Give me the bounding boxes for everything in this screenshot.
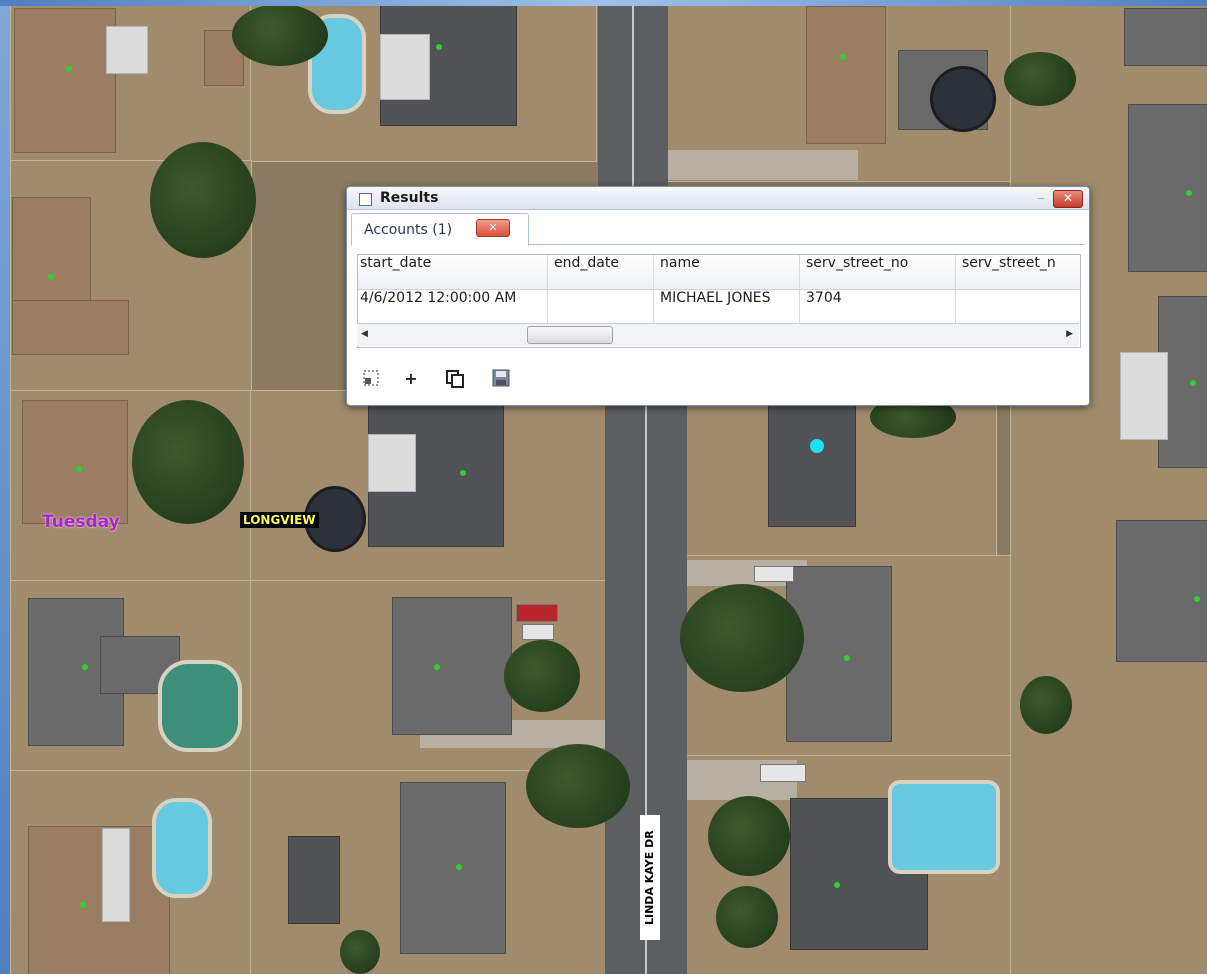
house-roof (106, 26, 148, 74)
scrollbar-thumb[interactable] (527, 326, 613, 344)
house-roof (1128, 104, 1207, 272)
table-header-row: start_date end_date name serv_street_no … (358, 255, 1080, 290)
parcel-marker[interactable] (82, 664, 88, 670)
cell-start-date[interactable]: 4/6/2012 12:00:00 AM (358, 290, 548, 324)
tree (1004, 52, 1076, 106)
tree (680, 584, 804, 692)
tree (526, 744, 630, 828)
tree (232, 4, 328, 66)
parcel-marker[interactable] (66, 66, 72, 72)
tree (150, 142, 256, 258)
results-title: Results (380, 190, 439, 206)
house-roof (768, 405, 856, 527)
house-roof (368, 434, 416, 492)
parcel-marker[interactable] (456, 864, 462, 870)
cell-end-date[interactable] (548, 290, 654, 324)
tab-accounts[interactable]: Accounts (1) ✕ (351, 213, 529, 246)
house-roof (400, 782, 506, 954)
scroll-right-icon[interactable]: ▶ (1066, 329, 1073, 339)
table-row[interactable]: 4/6/2012 12:00:00 AM MICHAEL JONES 3704 (358, 290, 1080, 324)
copy-icon[interactable] (445, 369, 465, 389)
pool (158, 660, 242, 752)
parcel-marker[interactable] (1186, 190, 1192, 196)
scroll-left-icon[interactable]: ◀ (361, 329, 368, 339)
parcel-marker[interactable] (834, 882, 840, 888)
parcel-marker[interactable] (76, 466, 82, 472)
parcel-marker[interactable] (844, 655, 850, 661)
selected-parcel-marker[interactable] (810, 439, 824, 453)
tree (1020, 676, 1072, 734)
house-roof (288, 836, 340, 924)
car (760, 764, 806, 782)
map-label-longview: LONGVIEW (240, 512, 319, 528)
cell-serv-street-no[interactable]: 3704 (800, 290, 956, 324)
map-label-tuesday: Tuesday (42, 512, 120, 532)
tree (132, 400, 244, 524)
minimize-icon[interactable]: ‒ (1033, 190, 1049, 206)
car (754, 566, 794, 582)
house-roof (1120, 352, 1168, 440)
window-frame-top (0, 0, 1207, 6)
driveway (668, 150, 858, 180)
parcel-marker[interactable] (434, 664, 440, 670)
horizontal-scrollbar[interactable]: ◀ ▶ (357, 323, 1079, 346)
house-roof (14, 8, 116, 153)
results-window[interactable]: Results ‒ ✕ Accounts (1) ✕ start_date en… (346, 186, 1090, 406)
house-roof (102, 828, 130, 922)
street-name-label: LINDA KAYE DR (640, 815, 660, 940)
tree (340, 930, 380, 974)
house-roof (1116, 520, 1207, 662)
parcel-marker[interactable] (1194, 596, 1200, 602)
car (516, 604, 558, 622)
tree (504, 640, 580, 712)
house-roof (786, 566, 892, 742)
parcel-marker[interactable] (1190, 380, 1196, 386)
results-titlebar[interactable]: Results ‒ ✕ (347, 187, 1089, 210)
close-window-button[interactable]: ✕ (1053, 190, 1083, 208)
house-roof (1124, 8, 1207, 66)
cell-serv-street-name[interactable] (956, 290, 1080, 324)
close-tab-icon[interactable]: ✕ (476, 219, 510, 237)
trampoline (930, 66, 996, 132)
parcel-marker[interactable] (840, 54, 846, 60)
house-roof (22, 400, 128, 524)
house-roof (28, 826, 170, 974)
tab-accounts-label: Accounts (1) (364, 222, 453, 238)
cell-name[interactable]: MICHAEL JONES (654, 290, 800, 324)
column-header-start-date[interactable]: start_date (358, 255, 548, 289)
parcel-marker[interactable] (48, 274, 54, 280)
map-canvas[interactable]: Tuesday LONGVIEW LINDA KAYE DR (0, 0, 1207, 974)
tree (716, 886, 778, 948)
column-header-end-date[interactable]: end_date (548, 255, 654, 289)
add-icon[interactable]: + (401, 369, 421, 389)
car (522, 624, 554, 640)
results-tabstrip: Accounts (1) ✕ (351, 213, 1085, 246)
pool (888, 780, 1000, 874)
column-header-name[interactable]: name (654, 255, 800, 289)
window-frame-left (0, 0, 10, 974)
window-icon (359, 193, 372, 206)
zoom-extent-icon[interactable] (361, 369, 381, 389)
parcel-marker[interactable] (460, 470, 466, 476)
house-roof (12, 300, 129, 355)
parcel-marker[interactable] (80, 902, 86, 908)
house-roof (392, 597, 512, 735)
tree (708, 796, 790, 876)
house-roof (380, 34, 430, 100)
save-icon[interactable] (491, 369, 511, 389)
house-roof (806, 6, 886, 144)
parcel-marker[interactable] (436, 44, 442, 50)
pool (152, 798, 212, 898)
column-header-serv-street-no[interactable]: serv_street_no (800, 255, 956, 289)
column-header-serv-street-name[interactable]: serv_street_n (956, 255, 1080, 289)
